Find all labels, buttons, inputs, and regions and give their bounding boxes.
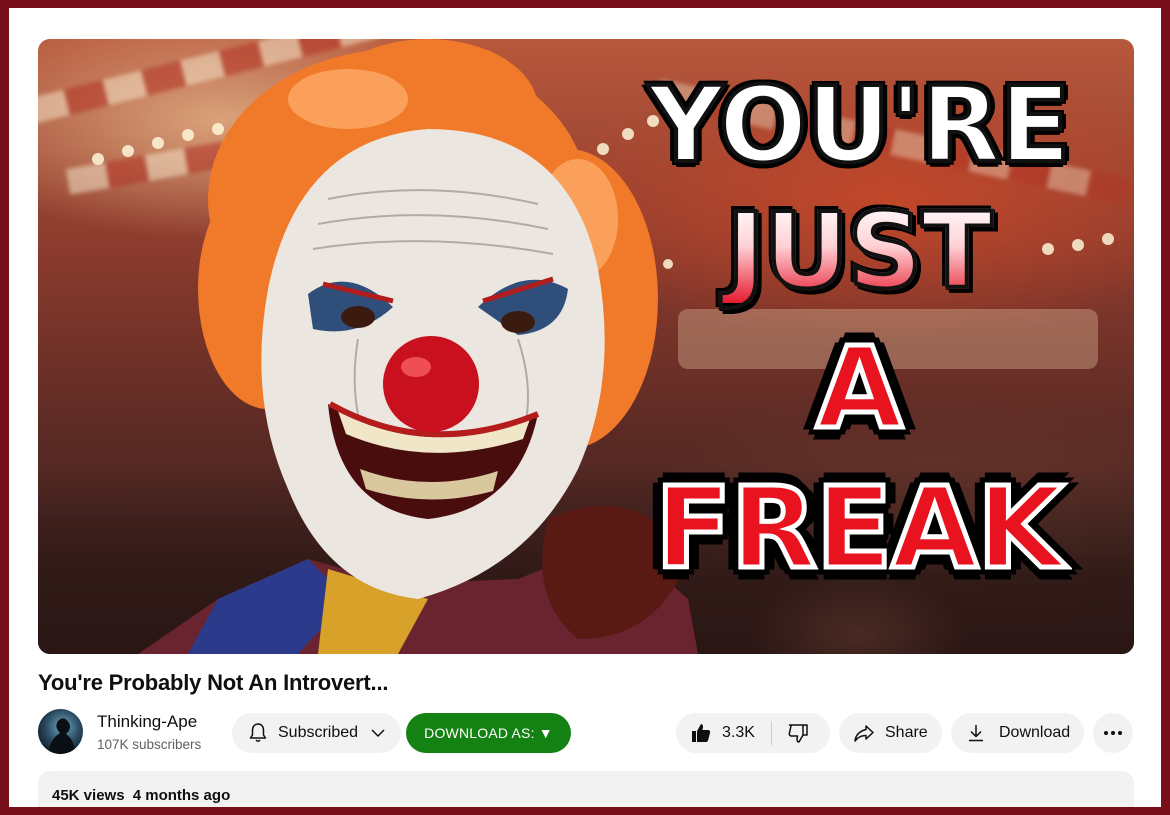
download-icon (969, 725, 983, 742)
upload-age: 4 months ago (132, 787, 231, 804)
download-button[interactable]: Download (951, 713, 1084, 753)
headline-line-1: YOU'RE (646, 64, 1072, 186)
thumbs-down-icon (788, 724, 808, 743)
video-thumbnail[interactable]: YOU'RE JUST A FREAK (38, 39, 1134, 654)
share-arrow-icon (854, 725, 874, 742)
download-label: Download (999, 724, 1071, 741)
channel-avatar[interactable] (38, 709, 83, 754)
like-dislike-group: 3.3K (676, 713, 830, 753)
view-stats: 45K views 4 months ago (52, 787, 234, 804)
more-options-icon (1104, 731, 1122, 735)
dislike-button[interactable] (786, 721, 810, 745)
more-options-button[interactable] (1093, 713, 1133, 753)
subscribed-button[interactable]: Subscribed (232, 713, 401, 753)
subscriber-count: 107K subscribers (97, 737, 202, 752)
thumbs-up-icon[interactable] (689, 721, 713, 745)
like-count: 3.3K (722, 724, 755, 741)
headline-line-2: JUST (624, 197, 1094, 305)
description-box[interactable]: 45K views 4 months ago (38, 771, 1134, 807)
thumbnail-headline: YOU'RE JUST A FREAK (624, 64, 1094, 594)
share-label: Share (885, 724, 928, 741)
video-page: YOU'RE JUST A FREAK You're Probably Not … (9, 8, 1161, 807)
bell-icon (249, 723, 267, 742)
avatar-silhouette (48, 718, 76, 754)
video-title: You're Probably Not An Introvert... (38, 670, 389, 695)
view-count: 45K views (52, 787, 125, 804)
like-divider (770, 721, 772, 745)
download-as-button[interactable]: DOWNLOAD AS: ▼ (406, 713, 571, 753)
headline-line-4: FREAK (653, 464, 1067, 594)
subscribed-label: Subscribed (278, 724, 359, 741)
share-button[interactable]: Share (839, 713, 942, 753)
chevron-down-icon (371, 729, 385, 738)
channel-name[interactable]: Thinking-Ape (97, 712, 197, 732)
headline-line-3: A (814, 324, 906, 454)
